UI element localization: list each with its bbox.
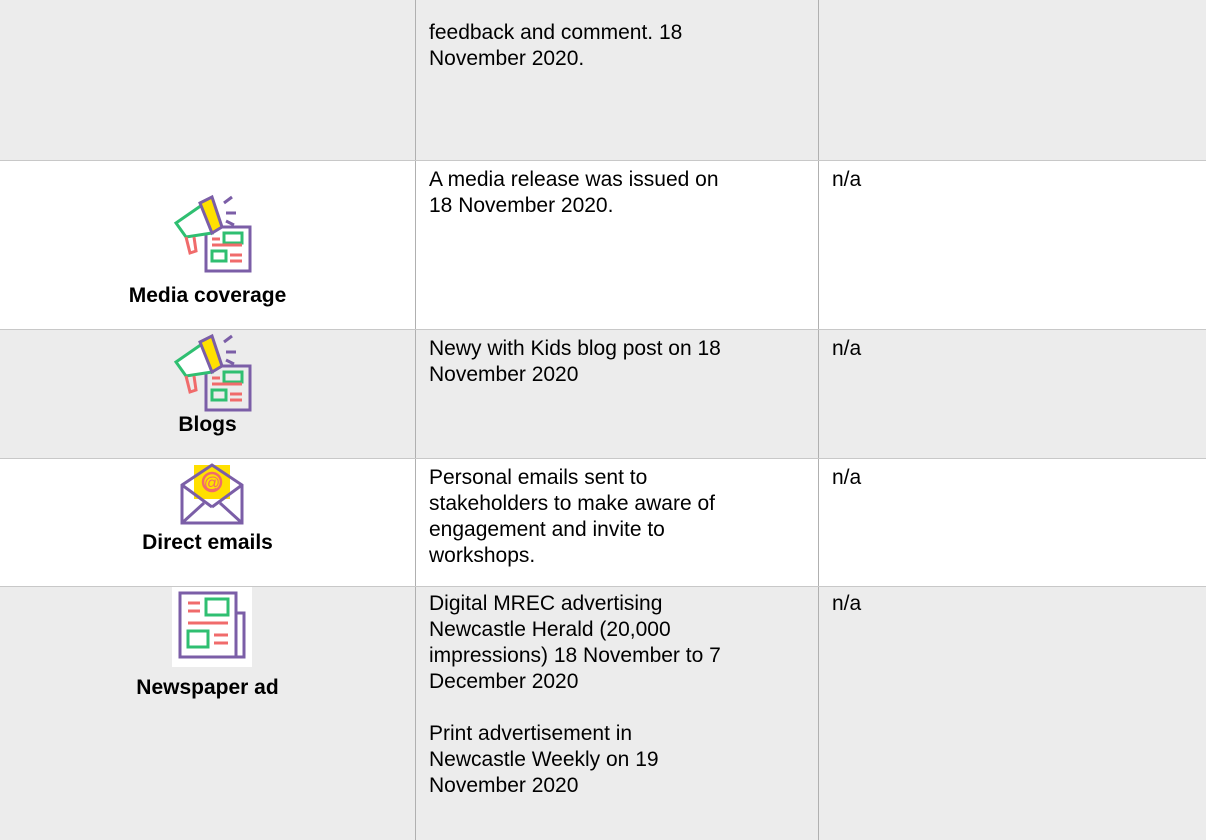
table-row: @ Direct emails Personal emails sent to … (0, 458, 1206, 586)
column-divider (818, 161, 819, 329)
column-divider (818, 459, 819, 586)
description-cell: A media release was issued on 18 Novembe… (429, 168, 719, 217)
description-cell: Newy with Kids blog post on 18 November … (429, 337, 721, 386)
outcome-cell: n/a (832, 337, 862, 360)
table-row: Newspaper ad Digital MREC advertising Ne… (0, 586, 1206, 840)
column-divider (415, 587, 416, 840)
table-row: Blogs Newy with Kids blog post on 18 Nov… (0, 329, 1206, 458)
column-divider (415, 161, 416, 329)
megaphone-newspaper-icon (173, 333, 252, 412)
svg-text:@: @ (204, 475, 220, 492)
channel-label: Direct emails (142, 531, 273, 554)
channel-label: Media coverage (128, 284, 287, 307)
column-divider (415, 330, 416, 458)
engagement-table: feedback and comment. 18 November 2020. … (0, 0, 1206, 840)
description-cell: Personal emails sent to stakeholders to … (429, 466, 715, 567)
description-cell: feedback and comment. 18 November 2020. (429, 21, 683, 70)
envelope-at-icon: @ (180, 463, 244, 525)
column-divider (818, 587, 819, 840)
column-divider (415, 459, 416, 586)
column-divider (818, 0, 819, 160)
outcome-cell: n/a (832, 592, 862, 615)
newspaper-icon (178, 591, 246, 659)
table-row: feedback and comment. 18 November 2020. (0, 0, 1206, 160)
megaphone-newspaper-icon (173, 194, 252, 273)
outcome-cell: n/a (832, 168, 862, 191)
description-cell: Digital MREC advertising Newcastle Heral… (429, 592, 721, 797)
column-divider (415, 0, 416, 160)
column-divider (818, 330, 819, 458)
outcome-cell: n/a (832, 466, 862, 489)
channel-label: Blogs (178, 413, 237, 436)
channel-label: Newspaper ad (136, 676, 279, 699)
table-row: Media coverage A media release was issue… (0, 160, 1206, 329)
